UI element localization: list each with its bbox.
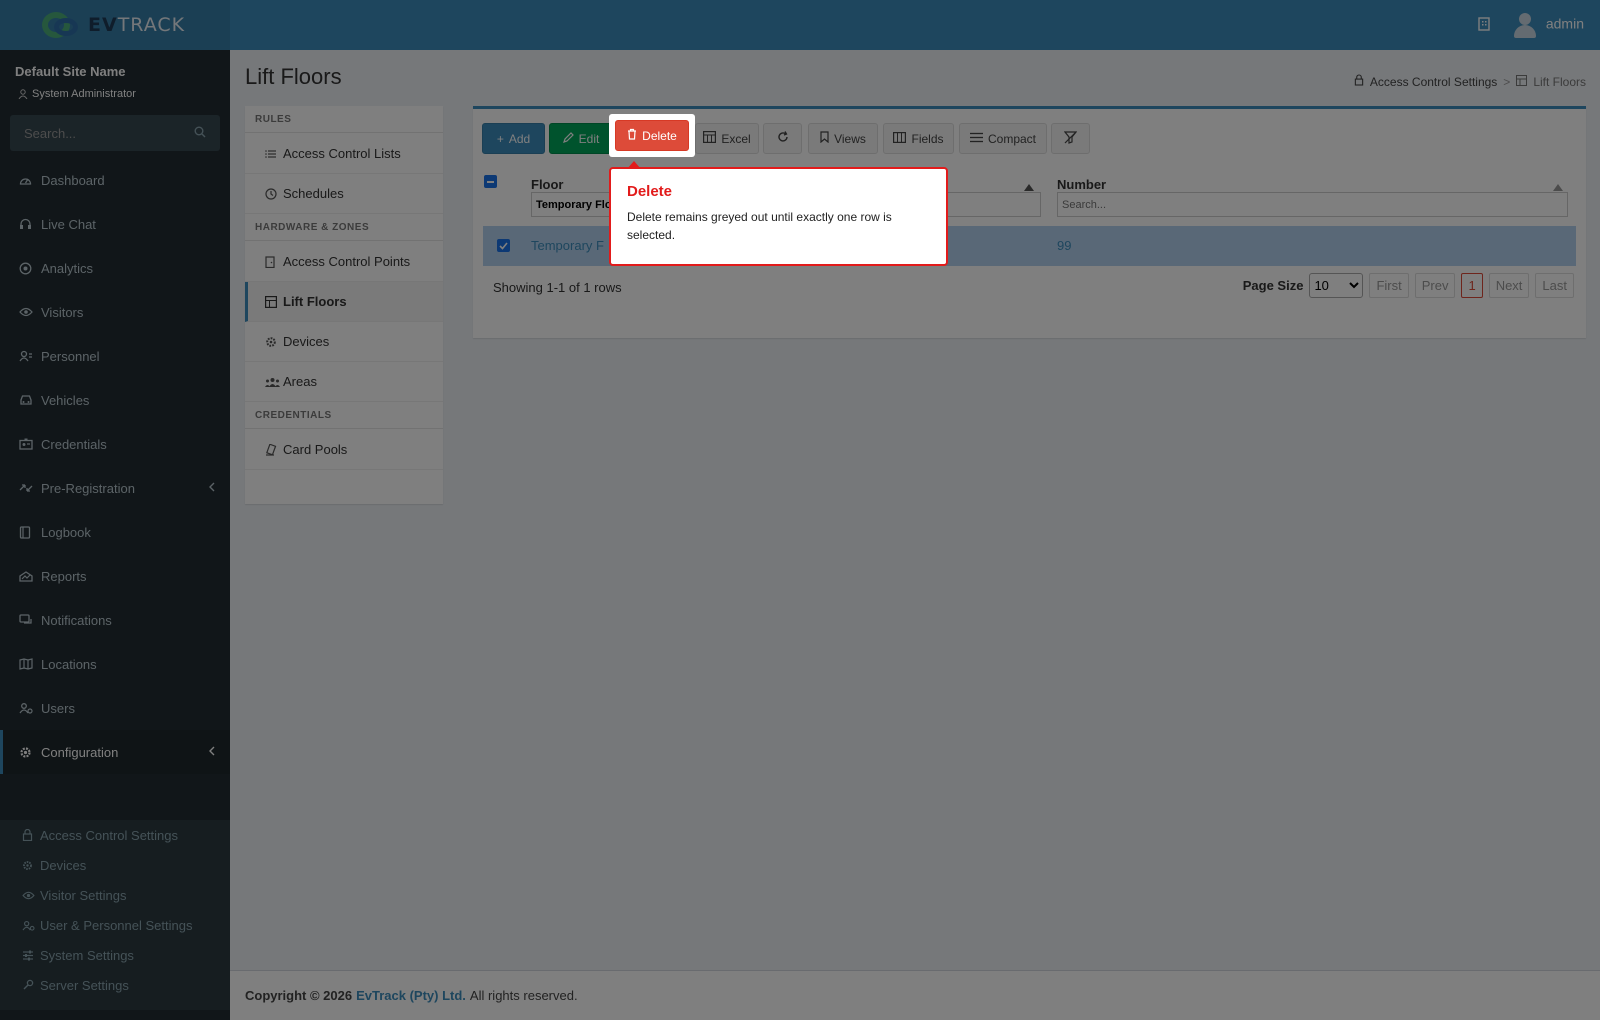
trash-icon bbox=[627, 128, 637, 143]
tour-highlight: Delete bbox=[609, 114, 695, 157]
tour-overlay[interactable] bbox=[0, 0, 1600, 1020]
highlighted-delete-button[interactable]: Delete bbox=[615, 120, 689, 151]
tooltip-arrow bbox=[627, 161, 641, 169]
tooltip-title: Delete bbox=[627, 183, 673, 200]
tour-tooltip: Delete Delete remains greyed out until e… bbox=[609, 161, 948, 266]
tooltip-body: Delete remains greyed out until exactly … bbox=[627, 210, 892, 242]
